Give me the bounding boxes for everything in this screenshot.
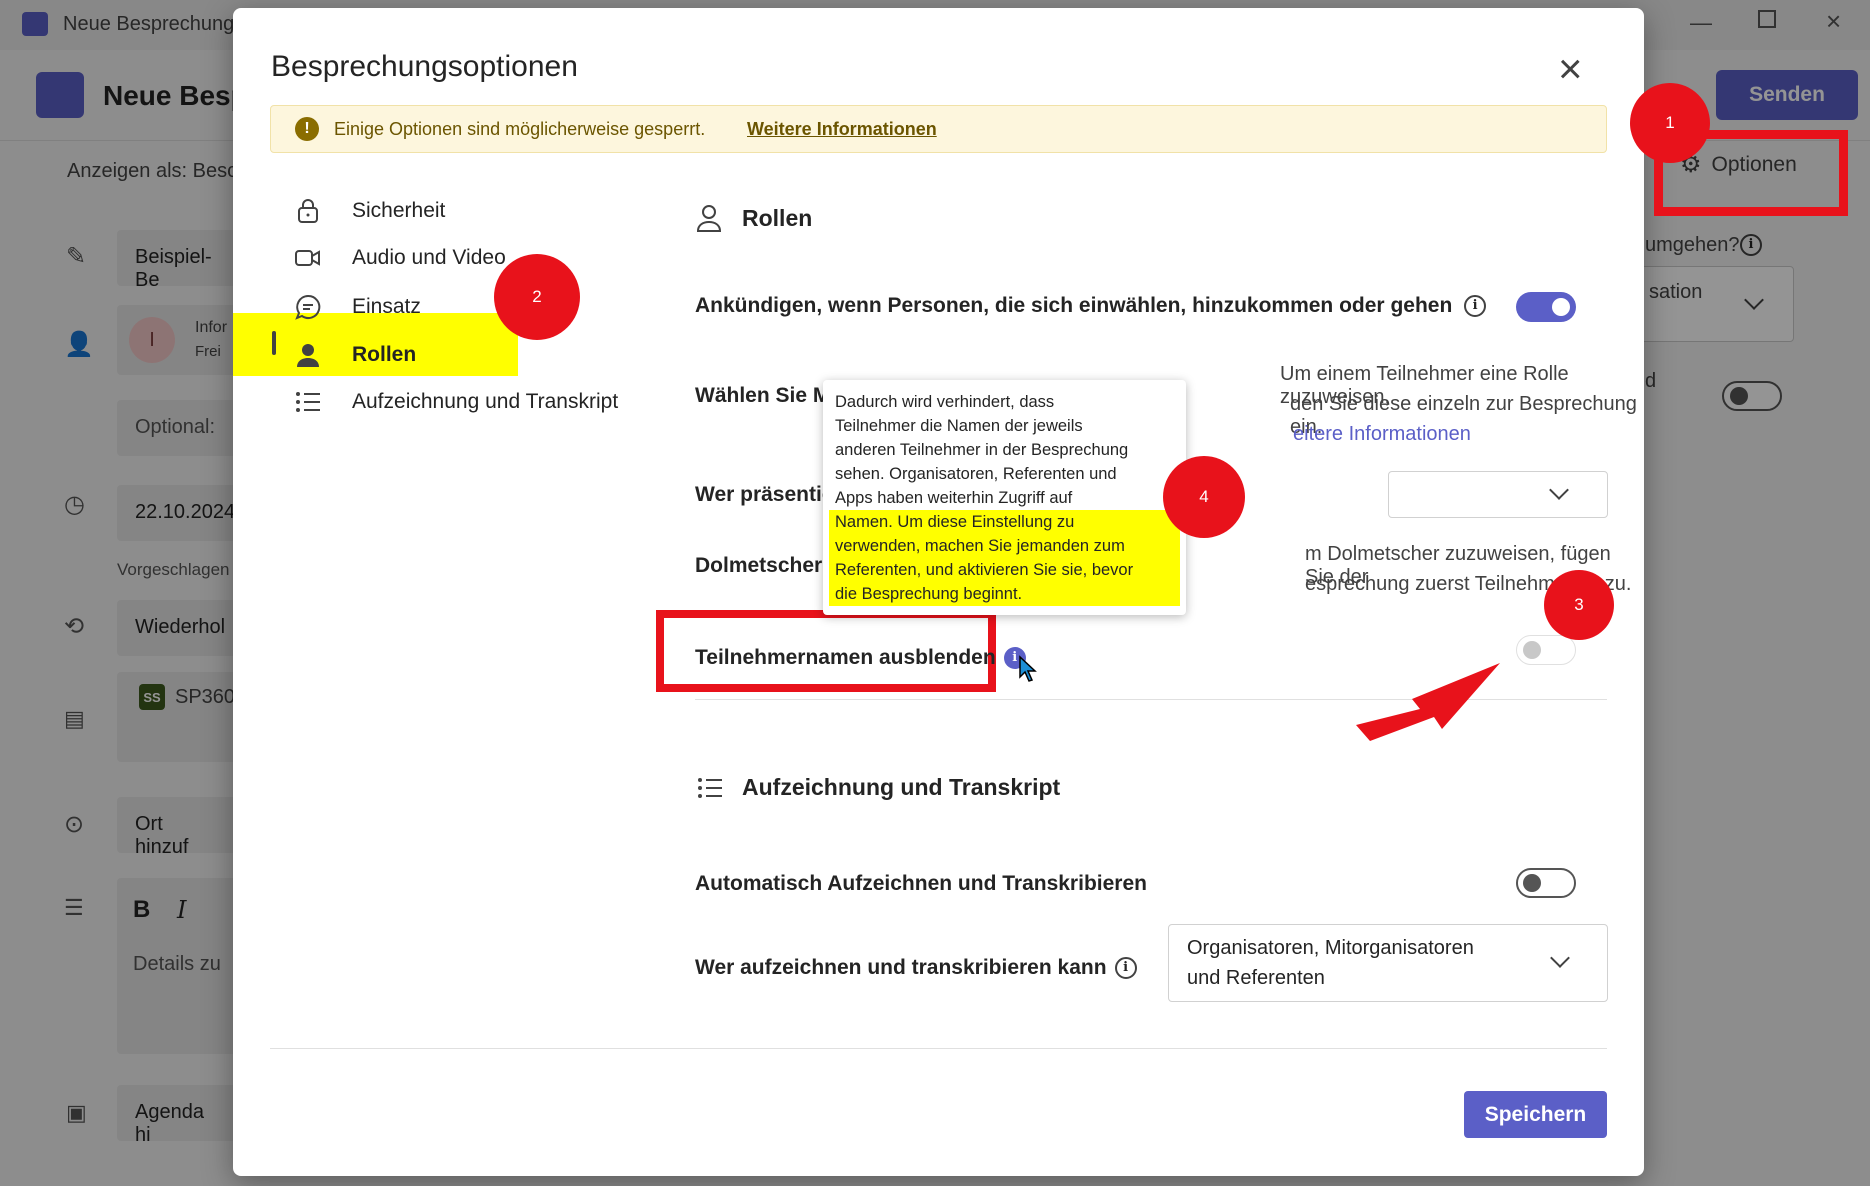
nav-label: Audio und Video — [352, 246, 506, 269]
red-arrow-icon — [1356, 663, 1500, 741]
nav-label: Rollen — [352, 343, 417, 366]
person-icon — [288, 342, 328, 368]
tooltip-line: die Besprechung beginnt. — [835, 585, 1023, 603]
warning-icon: ! — [295, 117, 319, 141]
who-records-value-2: und Referenten — [1187, 967, 1325, 989]
cursor-icon — [1018, 655, 1037, 682]
annotation-badge-2: 2 — [494, 254, 580, 340]
chevron-down-icon — [1549, 480, 1569, 500]
who-records-select[interactable]: Organisatoren, Mitorganisatoren und Refe… — [1168, 924, 1608, 1002]
info-icon[interactable]: i — [1114, 957, 1137, 979]
nav-item-aufzeichnung[interactable]: Aufzeichnung und Transkript — [288, 390, 618, 414]
auto-record-toggle[interactable] — [1516, 868, 1576, 898]
interpreter-label: Dolmetscher a — [695, 554, 840, 577]
tooltip-line: Dadurch wird verhindert, dass — [835, 393, 1055, 411]
annotation-badge-3: 3 — [1544, 570, 1614, 640]
camera-icon — [288, 248, 328, 268]
tooltip-highlight: Namen. Um diese Einstellung zu verwenden… — [829, 510, 1180, 606]
list-icon — [288, 390, 328, 414]
hide-names-label: Teilnehmernamen ausblenden i — [695, 633, 1040, 683]
tooltip-line: verwenden, machen Sie jemanden zum — [835, 537, 1125, 555]
announce-label-text: Ankündigen, wenn Personen, die sich einw… — [695, 294, 1453, 317]
recording-heading: Aufzeichnung und Transkript — [696, 774, 1060, 801]
who-records-value-1: Organisatoren, Mitorganisatoren — [1187, 937, 1474, 959]
list-icon — [698, 777, 722, 798]
tooltip-line: sehen. Organisatoren, Referenten und — [835, 465, 1117, 483]
close-icon[interactable]: × — [1558, 48, 1583, 90]
announce-label: Ankündigen, wenn Personen, die sich einw… — [695, 294, 1487, 318]
annotation-badge-1: 1 — [1630, 83, 1710, 163]
roles-heading: Rollen — [696, 204, 812, 232]
nav-item-audio-video[interactable]: Audio und Video — [288, 246, 506, 270]
tooltip-line: Teilnehmer die Namen der jeweils — [835, 417, 1083, 435]
chevron-down-icon — [1550, 948, 1570, 968]
more-info-link[interactable]: eitere Informationen — [1293, 423, 1471, 446]
hide-names-toggle[interactable] — [1516, 635, 1576, 665]
chat-icon — [288, 294, 328, 320]
tooltip-line: Referenten, und aktivieren Sie sie, bevo… — [835, 561, 1134, 579]
presenter-select[interactable] — [1388, 471, 1608, 518]
nav-label: Sicherheit — [352, 199, 446, 222]
nav-item-sicherheit[interactable]: Sicherheit — [288, 198, 445, 224]
tooltip-line: Namen. Um diese Einstellung zu — [835, 513, 1075, 531]
divider — [270, 1048, 1607, 1049]
warning-banner: ! Einige Optionen sind möglicherweise ge… — [270, 105, 1607, 153]
lock-icon — [288, 198, 328, 224]
who-records-label: Wer aufzeichnen und transkribieren kann … — [695, 956, 1137, 980]
choose-roles-label: Wählen Sie M — [695, 384, 831, 407]
banner-link[interactable]: Weitere Informationen — [747, 119, 937, 140]
nav-label: Aufzeichnung und Transkript — [352, 390, 619, 413]
nav-label: Einsatz — [352, 295, 421, 318]
roles-heading-text: Rollen — [742, 204, 813, 231]
presenter-label: Wer präsentie — [695, 483, 834, 506]
auto-record-label: Automatisch Aufzeichnen und Transkribier… — [695, 872, 1147, 895]
person-outline-icon — [696, 205, 722, 232]
tooltip-line: Apps haben weiterhin Zugriff auf — [835, 489, 1073, 507]
tooltip-text: Dadurch wird verhindert, dass Teilnehmer… — [829, 390, 1180, 606]
annotation-badge-4: 4 — [1163, 456, 1245, 538]
save-button[interactable]: Speichern — [1464, 1091, 1607, 1138]
info-icon[interactable]: i — [1464, 295, 1487, 318]
announce-toggle[interactable] — [1516, 292, 1576, 322]
active-nav-indicator — [272, 331, 276, 355]
banner-text: Einige Optionen sind möglicherweise gesp… — [334, 119, 706, 139]
nav-item-einsatz[interactable]: Einsatz — [288, 294, 421, 320]
hide-names-label-text: Teilnehmernamen ausblenden — [695, 646, 996, 669]
tooltip-line: anderen Teilnehmer in der Besprechung — [835, 441, 1129, 459]
recording-heading-text: Aufzeichnung und Transkript — [742, 774, 1061, 800]
nav-item-rollen[interactable]: Rollen — [288, 342, 416, 368]
dialog-title: Besprechungsoptionen — [271, 50, 578, 83]
who-records-label-text: Wer aufzeichnen und transkribieren kann — [695, 956, 1107, 979]
tooltip: Dadurch wird verhindert, dass Teilnehmer… — [823, 380, 1186, 615]
